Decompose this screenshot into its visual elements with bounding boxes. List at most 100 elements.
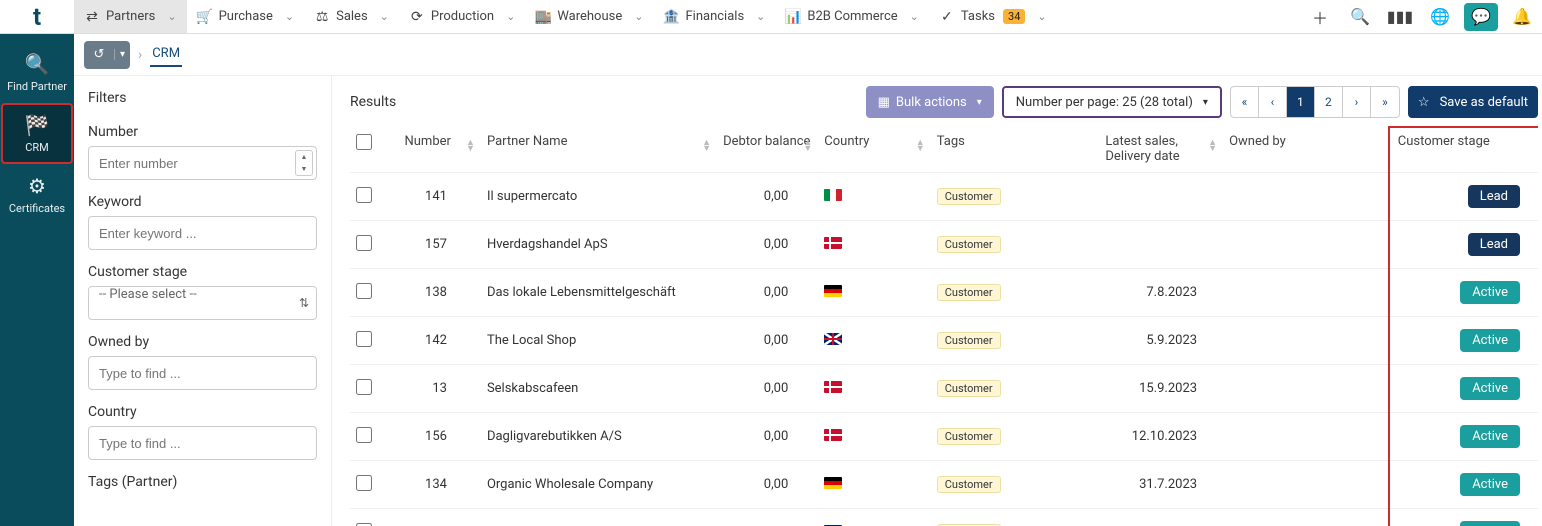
add-icon[interactable]: ＋ [1300,0,1340,34]
nav-tasks[interactable]: ✓Tasks34⌄ [929,0,1057,33]
number-stepper[interactable]: ▲▼ [295,150,313,176]
save-default-button[interactable]: ☆ Save as default [1408,86,1538,118]
page-»[interactable]: » [1371,87,1399,117]
cell-number: 141 [388,173,481,221]
page-›[interactable]: › [1343,87,1371,117]
col-debtor[interactable]: Debtor balance [723,134,810,149]
nav-sales[interactable]: ⚖Sales⌄ [304,0,399,33]
stage-badge[interactable]: Active [1460,425,1520,448]
filter-keyword-input[interactable] [88,216,317,250]
table-row[interactable]: 156 Dagligvarebutikken A/S 0,00 Customer… [350,413,1538,461]
cell-owned [1223,413,1392,461]
breadcrumb-crm[interactable]: CRM [150,42,182,67]
row-checkbox[interactable] [356,475,372,491]
sidebar-item-certificates[interactable]: ⚙Certificates [3,166,71,223]
stage-badge[interactable]: Lead [1468,185,1520,208]
cell-partner-name[interactable]: The Local Shop [481,317,717,365]
filter-number-input[interactable] [88,146,317,180]
tasks-count-badge: 34 [1003,9,1025,24]
cell-stage: Active [1392,461,1538,509]
table-row[interactable]: 157 Hverdagshandel ApS 0,00 Customer Lea… [350,221,1538,269]
table-row[interactable]: 142 The Local Shop 0,00 Customer 5.9.202… [350,317,1538,365]
col-number[interactable]: Number [404,134,450,149]
cell-balance: 0,00 [717,269,818,317]
sidebar-item-find-partner[interactable]: 🔍Find Partner [3,44,71,101]
table-row[interactable]: 13 Selskabscafeen 0,00 Customer 15.9.202… [350,365,1538,413]
flag-icon [824,237,842,249]
cell-partner-name[interactable]: Il supermercato [481,173,717,221]
cell-owned [1223,317,1392,365]
cell-date: 15.9.2023 [1099,365,1223,413]
row-checkbox[interactable] [356,331,372,347]
globe-icon[interactable]: 🌐 [1420,0,1460,34]
history-back-icon[interactable]: ↺ [84,47,114,62]
row-checkbox[interactable] [356,379,372,395]
page-1[interactable]: 1 [1287,87,1315,117]
table-row[interactable]: 141 Il supermercato 0,00 Customer Lead [350,173,1538,221]
cell-partner-name[interactable]: Das lokale Lebensmittelgeschäft [481,269,717,317]
stage-badge[interactable]: Active [1460,281,1520,304]
search-icon[interactable]: 🔍 [1340,0,1380,34]
cell-partner-name[interactable]: Hverdagshandel ApS [481,221,717,269]
cell-country [818,461,930,509]
cell-balance: 0,00 [717,173,818,221]
history-button[interactable]: ↺ ▾ [84,41,130,69]
cell-country [818,509,930,526]
cell-balance: 0,00 [717,413,818,461]
cell-partner-name[interactable]: Organic Wholesale Company [481,461,717,509]
row-checkbox[interactable] [356,427,372,443]
bulk-actions-button[interactable]: ▦ Bulk actions ▾ [866,86,994,118]
page-‹[interactable]: ‹ [1259,87,1287,117]
stage-badge[interactable]: Lead [1468,233,1520,256]
certificates-icon: ⚙ [28,174,46,198]
cell-number: 156 [388,413,481,461]
help-icon[interactable]: 💬 [1464,3,1498,31]
nav-production[interactable]: ⟳Production⌄ [399,0,525,33]
filter-owned-input[interactable] [88,356,317,390]
col-partner[interactable]: Partner Name [487,134,568,149]
flag-icon [824,333,842,345]
barcode-icon[interactable]: ▮▮▮ [1380,0,1420,34]
col-country[interactable]: Country [824,134,869,149]
row-checkbox[interactable] [356,187,372,203]
row-checkbox[interactable] [356,235,372,251]
chevron-down-icon: ⌄ [1037,10,1046,23]
nav-purchase[interactable]: 🛒Purchase⌄ [187,0,305,33]
sidebar-item-crm[interactable]: 🏁CRM [3,105,71,162]
page-«[interactable]: « [1231,87,1259,117]
row-checkbox[interactable] [356,283,372,299]
table-row[interactable]: 34 Andy's Kitchen 0,00 Customer 30.8.202… [350,509,1538,526]
cell-partner-name[interactable]: Selskabscafeen [481,365,717,413]
select-all-checkbox[interactable] [356,134,372,150]
nav-b2b-commerce[interactable]: 📊B2B Commerce⌄ [775,0,929,33]
chevron-down-icon: ⌄ [756,10,765,23]
per-page-button[interactable]: Number per page: 25 (28 total) ▾ [1002,86,1222,118]
stage-badge[interactable]: Active [1460,473,1520,496]
table-row[interactable]: 134 Organic Wholesale Company 0,00 Custo… [350,461,1538,509]
chevron-down-icon[interactable]: ▾ [114,49,130,60]
cell-date: 5.9.2023 [1099,317,1223,365]
tag-customer: Customer [937,380,1001,397]
cell-stage: Active [1392,509,1538,526]
stage-badge[interactable]: Active [1460,377,1520,400]
stage-badge[interactable]: Active [1460,329,1520,352]
financials-icon: 🏦 [663,9,679,25]
table-row[interactable]: 138 Das lokale Lebensmittelgeschäft 0,00… [350,269,1538,317]
nav-partners[interactable]: ⇄Partners⌄ [74,0,187,33]
bell-icon[interactable]: 🔔 [1502,0,1542,34]
flag-icon [824,381,842,393]
row-checkbox[interactable] [356,523,372,526]
cell-partner-name[interactable]: Dagligvarebutikken A/S [481,413,717,461]
nav-warehouse[interactable]: 🏬Warehouse⌄ [525,0,653,33]
nav-financials[interactable]: 🏦Financials⌄ [653,0,775,33]
page-2[interactable]: 2 [1315,87,1343,117]
filter-country-input[interactable] [88,426,317,460]
col-latest[interactable]: Latest sales, Delivery date [1105,134,1179,164]
cell-owned [1223,173,1392,221]
stage-badge[interactable]: Active [1460,521,1520,526]
star-icon: ☆ [1418,95,1430,110]
chevron-down-icon: ⌄ [380,10,389,23]
cell-date: 7.8.2023 [1099,269,1223,317]
cell-partner-name[interactable]: Andy's Kitchen [481,509,717,526]
filter-stage-select[interactable]: -- Please select -- [88,286,317,320]
